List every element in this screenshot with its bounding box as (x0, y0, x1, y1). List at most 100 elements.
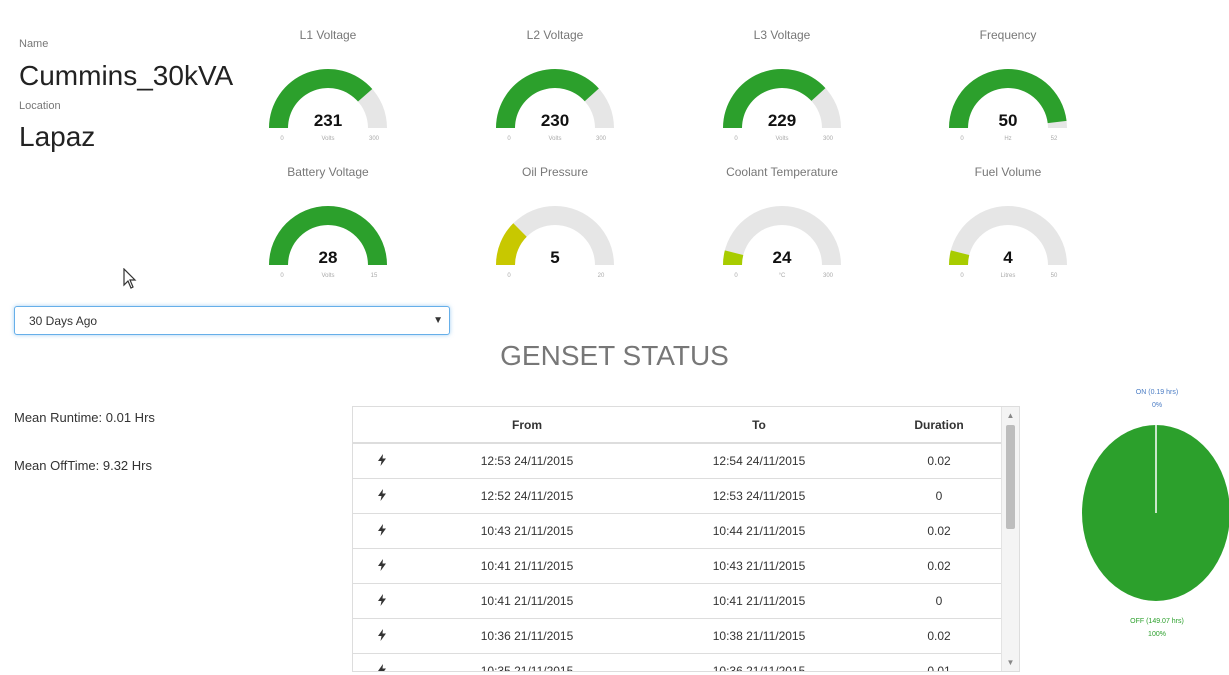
gauge-title: Battery Voltage (287, 165, 369, 179)
gauge-title: Oil Pressure (521, 165, 589, 179)
gauge-value: 5 (550, 248, 559, 267)
gauge-max: 50 (1051, 273, 1058, 279)
gauge-value: 231 (314, 111, 342, 130)
gauge-max: 300 (823, 273, 834, 279)
scroll-down-icon[interactable]: ▼ (1002, 658, 1019, 667)
period-select[interactable]: 30 Days Ago ▼ (14, 306, 450, 335)
header-from: From (411, 407, 643, 444)
runtime-pie-chart (1082, 425, 1229, 601)
gauge-unit: Hz (1004, 136, 1011, 142)
gauge-title: Frequency (979, 28, 1037, 42)
bolt-icon (353, 618, 411, 654)
header-icon-col (353, 407, 411, 444)
gauge-unit: Litres (1001, 273, 1016, 279)
status-table-container[interactable]: From To Duration 12:53 24/11/2015 12:54 2… (352, 406, 1020, 672)
gauge-unit: Volts (321, 273, 334, 279)
genset-status-title: GENSET STATUS (500, 340, 729, 371)
row-to: 10:43 21/11/2015 (643, 548, 875, 584)
header-duration: Duration (875, 407, 1003, 444)
mean-runtime: Mean Runtime: 0.01 Hrs (14, 410, 155, 425)
name-label: Name (19, 38, 49, 50)
table-row[interactable]: 10:41 21/11/2015 10:43 21/11/2015 0.02 (353, 548, 1003, 584)
gauge-unit: Volts (775, 136, 788, 142)
gauge-min: 0 (280, 136, 284, 142)
gauge-title: Coolant Temperature (726, 165, 838, 179)
scrollbar-thumb[interactable] (1006, 425, 1015, 529)
gauge-title: L1 Voltage (299, 28, 357, 42)
row-from: 10:41 21/11/2015 (411, 583, 643, 619)
device-location: Lapaz (19, 121, 96, 152)
row-from: 10:36 21/11/2015 (411, 618, 643, 654)
gauge-value: 28 (319, 248, 338, 267)
gauge: L2 Voltage 230 0 300 Volts (480, 28, 630, 168)
mean-offtime: Mean OffTime: 9.32 Hrs (14, 458, 152, 473)
row-from: 12:53 24/11/2015 (411, 443, 643, 479)
row-duration: 0.01 (875, 653, 1003, 671)
gauge-value: 24 (773, 248, 792, 267)
table-row[interactable]: 10:43 21/11/2015 10:44 21/11/2015 0.02 (353, 513, 1003, 549)
row-from: 10:41 21/11/2015 (411, 548, 643, 584)
gauge-title: Fuel Volume (974, 165, 1042, 179)
gauge: Coolant Temperature 24 0 300 °C (707, 165, 857, 305)
gauge-max: 52 (1051, 136, 1058, 142)
table-row[interactable]: 10:41 21/11/2015 10:41 21/11/2015 0 (353, 583, 1003, 619)
gauge-dial: 24 0 300 °C (723, 206, 841, 279)
row-duration: 0 (875, 478, 1003, 514)
gauge-max: 15 (371, 273, 378, 279)
gauge-dial: 5 0 20 (496, 206, 614, 279)
gauge-unit: Volts (321, 136, 334, 142)
gauge-min: 0 (960, 273, 964, 279)
row-from: 10:35 21/11/2015 (411, 653, 643, 671)
row-from: 10:43 21/11/2015 (411, 513, 643, 549)
pie-on-label: ON (0.19 hrs) (1135, 389, 1179, 396)
row-duration: 0 (875, 583, 1003, 619)
table-row[interactable]: 12:53 24/11/2015 12:54 24/11/2015 0.02 (353, 443, 1003, 479)
pie-off-pct: 100% (1148, 631, 1166, 638)
bolt-icon (353, 513, 411, 549)
gauge-title: L2 Voltage (526, 28, 584, 42)
mouse-cursor-icon (123, 268, 137, 289)
period-select-value: 30 Days Ago (29, 314, 98, 328)
gauge: Fuel Volume 4 0 50 Litres (933, 165, 1083, 305)
gauge-unit: °C (779, 273, 786, 279)
gauge-max: 300 (369, 136, 380, 142)
gauge-min: 0 (280, 273, 284, 279)
gauge: Oil Pressure 5 0 20 (480, 165, 630, 305)
gauge: Frequency 50 0 52 Hz (933, 28, 1083, 168)
table-row[interactable]: 10:36 21/11/2015 10:38 21/11/2015 0.02 (353, 618, 1003, 654)
gauge-min: 0 (960, 136, 964, 142)
row-duration: 0.02 (875, 443, 1003, 479)
row-to: 12:54 24/11/2015 (643, 443, 875, 479)
gauge-min: 0 (507, 136, 511, 142)
table-scrollbar[interactable]: ▲ ▼ (1001, 407, 1019, 671)
gauge-max: 300 (823, 136, 834, 142)
device-name: Cummins_30kVA (19, 60, 234, 91)
gauge-dial: 50 0 52 Hz (949, 69, 1067, 142)
pie-on-pct: 0% (1151, 402, 1163, 409)
table-row[interactable]: 10:35 21/11/2015 10:36 21/11/2015 0.01 (353, 653, 1003, 671)
gauge-value: 230 (541, 111, 569, 130)
row-duration: 0.02 (875, 513, 1003, 549)
gauge-min: 0 (734, 273, 738, 279)
gauge-max: 20 (598, 273, 605, 279)
table-header-row: From To Duration (353, 407, 1003, 444)
row-to: 10:36 21/11/2015 (643, 653, 875, 671)
gauge-dial: 229 0 300 Volts (723, 69, 841, 142)
bolt-icon (353, 548, 411, 584)
gauge-value: 50 (999, 111, 1018, 130)
table-row[interactable]: 12:52 24/11/2015 12:53 24/11/2015 0 (353, 478, 1003, 514)
scroll-up-icon[interactable]: ▲ (1002, 411, 1019, 420)
gauge-dial: 230 0 300 Volts (496, 69, 614, 142)
row-from: 12:52 24/11/2015 (411, 478, 643, 514)
bolt-icon (353, 583, 411, 619)
gauge-dial: 4 0 50 Litres (949, 206, 1067, 279)
status-table: From To Duration 12:53 24/11/2015 12:54 2… (353, 407, 1003, 671)
bolt-icon (353, 443, 411, 479)
row-to: 10:38 21/11/2015 (643, 618, 875, 654)
pie-off-label: OFF (149.07 hrs) (1130, 618, 1184, 625)
caret-down-icon: ▼ (433, 315, 443, 326)
gauge: Battery Voltage 28 0 15 Volts (253, 165, 403, 305)
row-to: 10:44 21/11/2015 (643, 513, 875, 549)
location-label: Location (19, 100, 61, 112)
row-duration: 0.02 (875, 548, 1003, 584)
